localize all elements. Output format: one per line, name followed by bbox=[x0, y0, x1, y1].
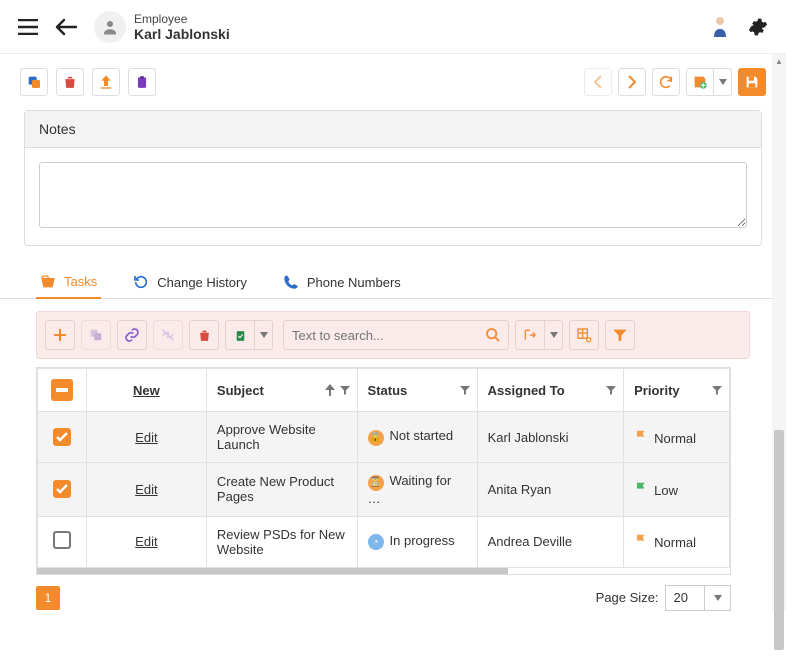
save-and-new-button[interactable] bbox=[686, 68, 714, 96]
edit-link[interactable]: Edit bbox=[135, 482, 157, 497]
flag-icon bbox=[634, 481, 648, 495]
search-input[interactable] bbox=[284, 328, 478, 343]
cell-priority: Normal bbox=[624, 516, 730, 567]
page-current[interactable]: 1 bbox=[36, 586, 60, 610]
cell-subject: Create New Product Pages bbox=[206, 463, 357, 517]
notes-panel: Notes bbox=[24, 110, 762, 246]
vertical-scrollbar[interactable]: ▲ bbox=[772, 54, 786, 611]
delete-row-button[interactable] bbox=[189, 320, 219, 350]
filter-icon[interactable] bbox=[339, 384, 351, 396]
table-row[interactable]: Edit Review PSDs for New Website ◔In pro… bbox=[38, 516, 730, 567]
copy-button[interactable] bbox=[20, 68, 48, 96]
page-size-label: Page Size: bbox=[596, 590, 659, 605]
entity-name: Karl Jablonski bbox=[134, 26, 230, 42]
new-column-header[interactable]: New bbox=[86, 369, 206, 412]
search-button[interactable] bbox=[478, 320, 508, 350]
entity-avatar-icon bbox=[94, 11, 126, 43]
page-size-select[interactable]: 20 bbox=[665, 585, 731, 611]
title-block: Employee Karl Jablonski bbox=[134, 12, 230, 42]
filter-icon[interactable] bbox=[605, 384, 617, 396]
priority-column-header[interactable]: Priority bbox=[624, 369, 730, 412]
flag-icon bbox=[634, 429, 648, 443]
sort-asc-icon bbox=[325, 384, 335, 396]
row-checkbox[interactable] bbox=[53, 428, 71, 446]
phone-icon bbox=[283, 274, 299, 290]
tab-change-history[interactable]: Change History bbox=[129, 264, 251, 298]
tasks-toolbar bbox=[36, 311, 750, 359]
filter-icon[interactable] bbox=[711, 384, 723, 396]
page-size-value: 20 bbox=[666, 590, 704, 605]
hamburger-menu-icon[interactable] bbox=[14, 13, 42, 41]
new-link[interactable]: New bbox=[133, 383, 160, 398]
user-avatar-icon[interactable] bbox=[706, 13, 734, 41]
export-button[interactable] bbox=[92, 68, 120, 96]
save-button[interactable] bbox=[738, 68, 766, 96]
tab-tasks-label: Tasks bbox=[64, 274, 97, 289]
row-checkbox[interactable] bbox=[53, 480, 71, 498]
clone-row-button bbox=[81, 320, 111, 350]
entity-type-label: Employee bbox=[134, 12, 230, 26]
cell-status: ◔In progress bbox=[357, 516, 477, 567]
edit-link[interactable]: Edit bbox=[135, 430, 157, 445]
cell-assigned-to: Andrea Deville bbox=[477, 516, 624, 567]
export-dropdown-caret[interactable] bbox=[545, 320, 563, 350]
clipboard-dropdown-caret[interactable] bbox=[255, 320, 273, 350]
cell-subject: Approve Website Launch bbox=[206, 412, 357, 463]
refresh-button[interactable] bbox=[652, 68, 680, 96]
tasks-table: New Subject Status Assigned To Priority … bbox=[36, 367, 731, 575]
unlink-button bbox=[153, 320, 183, 350]
link-button[interactable] bbox=[117, 320, 147, 350]
prev-button[interactable] bbox=[584, 68, 612, 96]
settings-gear-icon[interactable] bbox=[744, 13, 772, 41]
filter-icon[interactable] bbox=[459, 384, 471, 396]
select-all-checkbox[interactable] bbox=[51, 379, 73, 401]
cell-assigned-to: Anita Ryan bbox=[477, 463, 624, 517]
clipboard-check-button[interactable] bbox=[225, 320, 255, 350]
row-checkbox[interactable] bbox=[53, 531, 71, 549]
back-arrow-icon[interactable] bbox=[52, 13, 80, 41]
pager: 1 Page Size: 20 bbox=[36, 585, 731, 611]
tab-phone-numbers[interactable]: Phone Numbers bbox=[279, 264, 405, 298]
tasks-icon bbox=[40, 275, 56, 289]
cell-priority: Low bbox=[624, 463, 730, 517]
cell-status: 🔒Not started bbox=[357, 412, 477, 463]
delete-button[interactable] bbox=[56, 68, 84, 96]
column-chooser-button[interactable] bbox=[569, 320, 599, 350]
status-column-header[interactable]: Status bbox=[357, 369, 477, 412]
notes-textarea[interactable] bbox=[39, 162, 747, 228]
table-row[interactable]: Edit Create New Product Pages ⏳Waiting f… bbox=[38, 463, 730, 517]
notes-panel-title: Notes bbox=[25, 111, 761, 148]
tab-change-history-label: Change History bbox=[157, 275, 247, 290]
detail-tabs: Tasks Change History Phone Numbers bbox=[0, 264, 786, 299]
save-dropdown-caret[interactable] bbox=[714, 68, 732, 96]
table-row[interactable]: Edit Approve Website Launch 🔒Not started… bbox=[38, 412, 730, 463]
chevron-down-icon bbox=[704, 585, 730, 611]
app-header: Employee Karl Jablonski bbox=[0, 0, 786, 54]
filter-builder-button[interactable] bbox=[605, 320, 635, 350]
next-button[interactable] bbox=[618, 68, 646, 96]
cell-subject: Review PSDs for New Website bbox=[206, 516, 357, 567]
tab-tasks[interactable]: Tasks bbox=[36, 264, 101, 299]
export-data-button[interactable] bbox=[515, 320, 545, 350]
tab-phone-numbers-label: Phone Numbers bbox=[307, 275, 401, 290]
assigned-to-column-header[interactable]: Assigned To bbox=[477, 369, 624, 412]
cell-assigned-to: Karl Jablonski bbox=[477, 412, 624, 463]
horizontal-scrollbar[interactable] bbox=[37, 568, 508, 574]
cell-status: ⏳Waiting for … bbox=[357, 463, 477, 517]
clipboard-button[interactable] bbox=[128, 68, 156, 96]
history-icon bbox=[133, 274, 149, 290]
subject-column-header[interactable]: Subject bbox=[206, 369, 357, 412]
edit-link[interactable]: Edit bbox=[135, 534, 157, 549]
flag-icon bbox=[634, 533, 648, 547]
cell-priority: Normal bbox=[624, 412, 730, 463]
search-box[interactable] bbox=[283, 320, 509, 350]
add-row-button[interactable] bbox=[45, 320, 75, 350]
main-toolbar bbox=[0, 54, 786, 110]
